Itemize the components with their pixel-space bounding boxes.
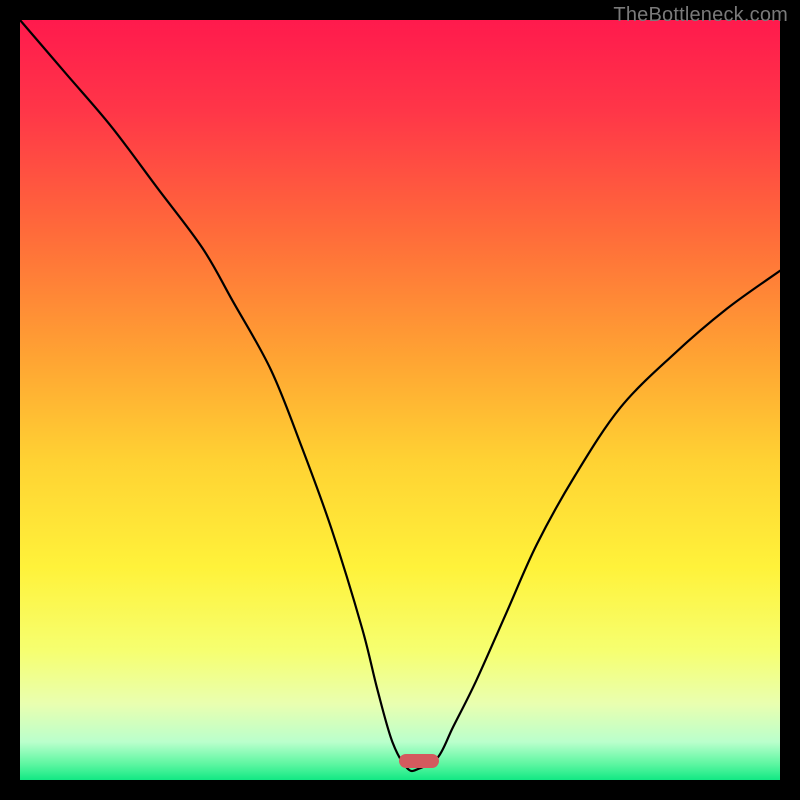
plot-area bbox=[20, 20, 780, 780]
chart-frame: TheBottleneck.com bbox=[0, 0, 800, 800]
watermark-text: TheBottleneck.com bbox=[613, 4, 788, 27]
optimal-point-marker bbox=[399, 754, 439, 768]
bottleneck-curve bbox=[20, 20, 780, 780]
